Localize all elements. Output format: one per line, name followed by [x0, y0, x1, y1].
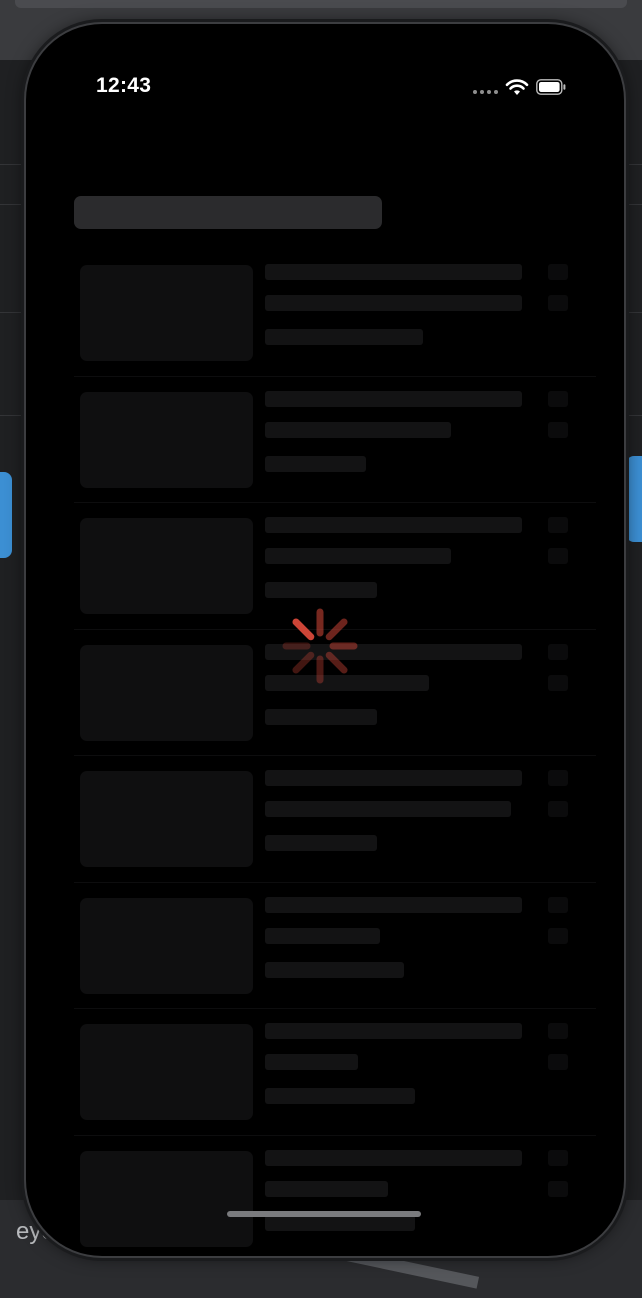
skeleton-side-block — [548, 264, 568, 280]
skeleton-thumbnail — [80, 644, 253, 741]
host-app-toolbar-strip — [15, 0, 627, 8]
skeleton-text-line — [265, 835, 377, 851]
skeleton-row — [74, 250, 596, 377]
skeleton-text-line — [265, 421, 451, 438]
skeleton-side-block — [548, 1054, 568, 1070]
host-app-folder-icon — [0, 472, 12, 558]
status-bar — [26, 24, 624, 80]
skeleton-text-line — [265, 927, 380, 944]
skeleton-thumbnail — [80, 771, 253, 867]
phone-screen: 12:43 — [26, 24, 624, 1256]
skeleton-side-block — [548, 1149, 568, 1166]
skeleton-text-line — [265, 770, 522, 786]
skeleton-text-line — [265, 801, 511, 817]
skeleton-side-block — [548, 643, 568, 660]
skeleton-side-block — [548, 927, 568, 944]
skeleton-side-block — [548, 674, 568, 691]
skeleton-text-line — [265, 1054, 358, 1070]
battery-icon — [536, 79, 566, 95]
skeleton-text-line — [265, 582, 377, 598]
skeleton-header — [74, 196, 382, 229]
skeleton-side-block — [548, 517, 568, 533]
skeleton-text-line — [265, 455, 366, 472]
skeleton-text-line — [265, 961, 404, 978]
skeleton-side-block — [548, 1180, 568, 1197]
skeleton-thumbnail — [80, 391, 253, 488]
skeleton-side-block — [548, 770, 568, 786]
skeleton-thumbnail — [80, 1024, 253, 1120]
skeleton-thumbnail — [80, 518, 253, 614]
host-app-folder-icon — [626, 456, 642, 542]
status-time: 12:43 — [96, 74, 152, 97]
skeleton-text-line — [265, 1180, 388, 1197]
skeleton-text-line — [265, 548, 451, 564]
skeleton-text-line — [265, 390, 522, 407]
skeleton-row — [74, 1136, 596, 1257]
skeleton-thumbnail — [80, 1150, 253, 1247]
skeleton-side-block — [548, 896, 568, 913]
skeleton-row — [74, 1009, 596, 1136]
skeleton-list — [74, 250, 596, 1256]
skeleton-row — [74, 756, 596, 883]
skeleton-side-block — [548, 390, 568, 407]
skeleton-text-line — [265, 517, 522, 533]
wifi-icon — [505, 79, 529, 95]
skeleton-text-line — [265, 1023, 522, 1039]
skeleton-text-line — [265, 1088, 415, 1104]
spinner-spoke — [325, 651, 348, 674]
cellular-signal-icon — [473, 90, 498, 94]
spinner-spoke — [292, 651, 315, 674]
loading-spinner-icon — [282, 608, 358, 684]
spinner-spoke — [325, 618, 348, 641]
skeleton-text-line — [265, 295, 522, 311]
skeleton-side-block — [548, 295, 568, 311]
skeleton-side-block — [548, 548, 568, 564]
skeleton-thumbnail — [80, 897, 253, 994]
skeleton-text-line — [265, 264, 522, 280]
skeleton-thumbnail — [80, 265, 253, 361]
skeleton-side-block — [548, 1023, 568, 1039]
skeleton-side-block — [548, 421, 568, 438]
skeleton-row — [74, 883, 596, 1009]
skeleton-text-line — [265, 329, 423, 345]
home-indicator[interactable] — [227, 1211, 421, 1217]
skeleton-text-line — [265, 1149, 522, 1166]
skeleton-text-line — [265, 896, 522, 913]
spinner-spoke — [292, 618, 315, 641]
skeleton-text-line — [265, 708, 377, 725]
skeleton-row — [74, 377, 596, 503]
skeleton-side-block — [548, 801, 568, 817]
